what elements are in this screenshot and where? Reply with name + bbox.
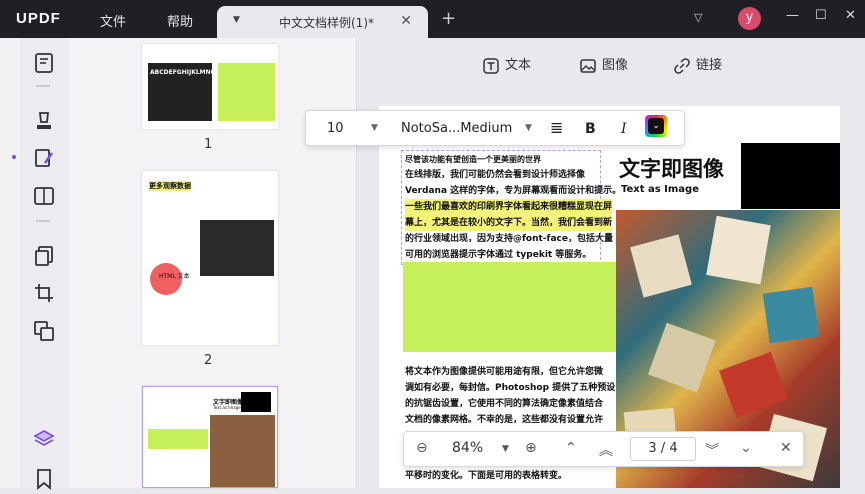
first-page-icon[interactable]: ⌃ bbox=[565, 440, 577, 456]
text-icon bbox=[483, 57, 499, 74]
minimize-icon[interactable]: — bbox=[786, 8, 799, 23]
page-number-1: 1 bbox=[204, 137, 213, 152]
doc-subheading[interactable]: Text as Image bbox=[621, 184, 699, 195]
lime-block bbox=[403, 262, 616, 352]
page-thumbnail-1[interactable]: ABCDEFGHIJKLMNO bbox=[142, 44, 278, 129]
add-text-button[interactable]: 文本 bbox=[483, 54, 531, 74]
thumbnail-heading: 更多观察数据 bbox=[149, 181, 191, 191]
doc-heading[interactable]: 文字即图像 bbox=[619, 153, 724, 183]
bold-button[interactable]: B bbox=[585, 121, 596, 137]
title-bar: UPDF 文件 帮助 ▼ 中文文档样例(1)* ✕ + ▽ y — ☐ ✕ bbox=[0, 0, 865, 38]
doc-line[interactable]: 在线排版，我们可能仍然会看到设计师选择像 bbox=[405, 167, 585, 183]
new-tab-icon[interactable]: + bbox=[441, 8, 456, 29]
reader-icon[interactable] bbox=[33, 52, 55, 74]
add-image-button[interactable]: 图像 bbox=[580, 54, 628, 74]
next-page-icon[interactable]: ︾ bbox=[705, 440, 719, 460]
menu-file[interactable]: 文件 bbox=[100, 11, 126, 30]
menu-help[interactable]: 帮助 bbox=[167, 11, 193, 30]
previous-page-icon[interactable]: ︽ bbox=[599, 440, 613, 460]
page-thumbnail-3[interactable]: 文字即图像 Text as Image bbox=[142, 386, 278, 488]
tab-title: 中文文档样例(1)* bbox=[279, 16, 374, 30]
edit-pdf-icon[interactable] bbox=[33, 147, 55, 169]
avatar[interactable]: y bbox=[738, 7, 761, 30]
zoom-out-icon[interactable]: ⊖ bbox=[416, 440, 428, 456]
doc-line-highlighted[interactable]: 一些我们最喜欢的印刷界字体看起来很糟糕显现在屏 bbox=[405, 199, 613, 215]
doc-line[interactable]: Verdana 这样的字体，专为屏幕观看而设计和提示。 bbox=[405, 183, 621, 199]
maximize-icon[interactable]: ☐ bbox=[815, 8, 827, 23]
image-icon bbox=[580, 58, 596, 73]
active-indicator bbox=[12, 155, 16, 159]
zoom-in-icon[interactable]: ⊕ bbox=[525, 440, 537, 456]
doc-line[interactable]: 调如有必要，每封信。Photoshop 提供了五种预设 bbox=[405, 380, 615, 396]
document-tab[interactable]: ▼ 中文文档样例(1)* ✕ bbox=[217, 6, 428, 38]
font-family-select[interactable]: NotoSa...Medium bbox=[401, 121, 512, 136]
link-icon bbox=[674, 57, 690, 74]
close-window-icon[interactable]: ✕ bbox=[845, 8, 856, 23]
align-icon[interactable]: ≣ bbox=[550, 118, 563, 137]
form-icon[interactable] bbox=[33, 185, 55, 207]
text-format-bar: 10 ▼ NotoSa...Medium ▼ ≣ B I bbox=[305, 110, 685, 146]
font-size-select[interactable]: 10 bbox=[327, 121, 344, 136]
doc-line[interactable]: 文档的像素网格。不幸的是，这些都没有设置允许 bbox=[405, 412, 603, 428]
font-size-dropdown-icon[interactable]: ▼ bbox=[371, 123, 378, 133]
add-link-button[interactable]: 链接 bbox=[674, 54, 722, 74]
font-family-dropdown-icon[interactable]: ▼ bbox=[525, 123, 532, 133]
doc-line[interactable]: 将文本作为图像提供可能用途有限，但它允许您微 bbox=[405, 364, 603, 380]
doc-line[interactable]: 的抗锯齿设置，它使用不同的算法确定像素值结合 bbox=[405, 396, 603, 412]
layers-icon[interactable] bbox=[33, 428, 55, 450]
zoom-level[interactable]: 84% bbox=[452, 440, 483, 456]
organize-pages-icon[interactable] bbox=[33, 245, 55, 267]
highlighter-icon[interactable] bbox=[33, 110, 55, 132]
doc-line[interactable]: 平移时的变化。下面是可用的表格转变。 bbox=[405, 468, 567, 484]
tab-dropdown-icon[interactable]: ▼ bbox=[233, 15, 240, 25]
doc-line[interactable]: 可用的浏览器提示字体通过 typekit 等服务。 bbox=[405, 247, 591, 263]
italic-button[interactable]: I bbox=[621, 121, 627, 137]
zoom-navigation-bar: ⊖ 84% ▼ ⊕ ⌃ ︽ 3 / 4 ︾ ⌄ ✕ bbox=[403, 431, 804, 467]
black-block bbox=[741, 143, 840, 209]
zoom-dropdown-icon[interactable]: ▼ bbox=[502, 444, 509, 454]
page-thumbnail-2[interactable]: 更多观察数据 HTML 文本 bbox=[142, 171, 278, 345]
page-number-2: 2 bbox=[204, 353, 213, 368]
crop-icon[interactable] bbox=[33, 282, 55, 304]
convert-icon[interactable] bbox=[33, 320, 55, 342]
thumbnail-panel: ABCDEFGHIJKLMNO 1 更多观察数据 HTML 文本 2 文字即图像… bbox=[70, 38, 357, 488]
text-color-button[interactable]: ⌄ bbox=[645, 115, 667, 137]
page-number-input[interactable]: 3 / 4 bbox=[630, 437, 696, 461]
bookmark-icon[interactable] bbox=[33, 468, 55, 490]
thumbnail-subheading: Text as Image bbox=[213, 405, 241, 410]
thumbnail-sample-text: ABCDEFGHIJKLMNO bbox=[150, 69, 212, 76]
thumbnail-html-label: HTML 文本 bbox=[159, 273, 190, 280]
app-logo: UPDF bbox=[16, 10, 61, 27]
chevron-down-icon[interactable]: ▽ bbox=[694, 11, 702, 24]
close-bar-icon[interactable]: ✕ bbox=[780, 440, 792, 456]
chevron-down-icon: ⌄ bbox=[648, 118, 664, 134]
doc-line[interactable]: 的行业领域出现，因为支持@font-face，包括大量 bbox=[405, 231, 613, 247]
close-tab-icon[interactable]: ✕ bbox=[400, 13, 412, 29]
left-toolbar bbox=[0, 38, 70, 490]
last-page-icon[interactable]: ⌄ bbox=[740, 440, 752, 456]
doc-line-highlighted[interactable]: 幕上，尤其是在较小的文字下。当然，我们会看到新 bbox=[405, 215, 613, 231]
